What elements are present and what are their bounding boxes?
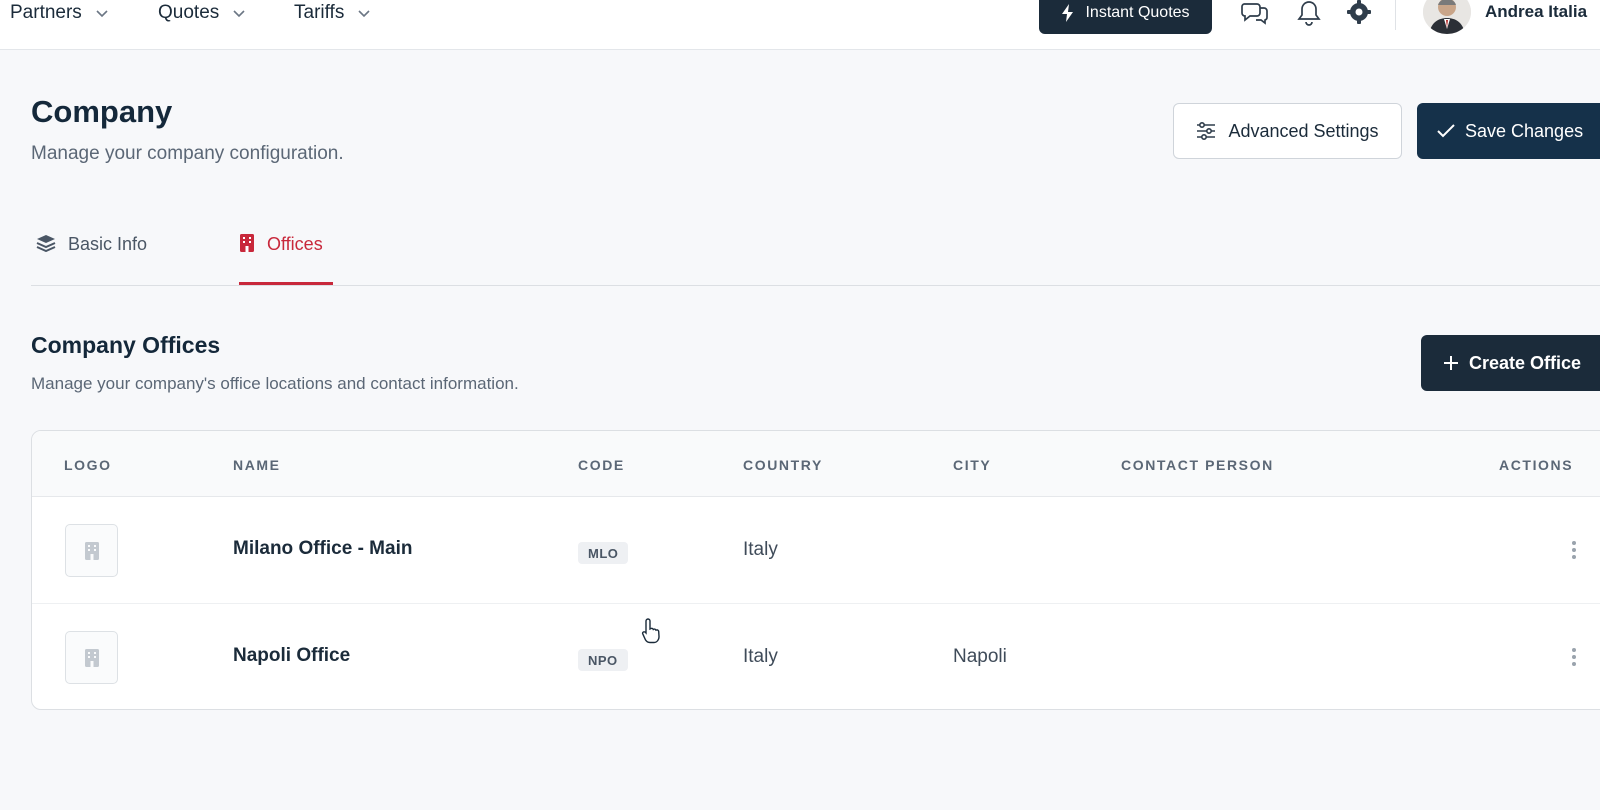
- more-options-icon[interactable]: [1567, 539, 1581, 561]
- table-row[interactable]: Milano Office - Main MLO Italy: [32, 497, 1600, 604]
- office-logo-placeholder: [65, 631, 118, 684]
- more-options-icon[interactable]: [1567, 646, 1581, 668]
- office-country: Italy: [743, 646, 778, 667]
- plus-icon: [1444, 356, 1458, 370]
- lightning-icon: [1062, 4, 1074, 22]
- advanced-settings-label: Advanced Settings: [1228, 120, 1379, 141]
- column-header-country[interactable]: COUNTRY: [743, 457, 823, 473]
- office-country: Italy: [743, 539, 778, 560]
- table-row[interactable]: Napoli Office NPO Italy Napoli: [32, 604, 1600, 709]
- nav-item-tariffs[interactable]: Tariffs: [294, 0, 372, 26]
- table-header: LOGO NAME CODE COUNTRY CITY CONTACT PERS…: [32, 431, 1600, 497]
- save-changes-label: Save Changes: [1465, 120, 1584, 141]
- office-logo-placeholder: [65, 524, 118, 577]
- bell-icon[interactable]: [1295, 0, 1323, 26]
- avatar[interactable]: [1423, 0, 1471, 34]
- column-header-actions: ACTIONS: [1499, 457, 1574, 473]
- tab-label: Basic Info: [68, 234, 148, 254]
- page-title: Company: [31, 94, 173, 129]
- nav-item-label: Tariffs: [294, 2, 345, 23]
- create-office-button[interactable]: Create Office: [1421, 335, 1600, 391]
- gear-icon[interactable]: [1345, 0, 1373, 26]
- office-city: Napoli: [953, 646, 1007, 667]
- tab-offices[interactable]: Offices: [239, 234, 323, 286]
- page-subtitle: Manage your company configuration.: [31, 143, 344, 164]
- section-title: Company Offices: [31, 332, 221, 358]
- column-header-name[interactable]: NAME: [233, 457, 281, 473]
- nav-item-quotes[interactable]: Quotes: [158, 0, 247, 26]
- active-tab-indicator: [239, 282, 333, 285]
- chevron-down-icon: [358, 10, 370, 18]
- tab-bar: Basic Info Offices: [31, 200, 1600, 286]
- tab-basic-info[interactable]: Basic Info: [36, 234, 147, 286]
- section-subtitle: Manage your company's office locations a…: [31, 374, 519, 393]
- tab-label: Offices: [267, 234, 323, 254]
- building-icon: [84, 648, 99, 667]
- nav-item-label: Partners: [10, 2, 82, 23]
- nav-item-partners[interactable]: Partners: [10, 0, 110, 26]
- layers-icon: [36, 235, 56, 252]
- instant-quotes-label: Instant Quotes: [1085, 4, 1190, 21]
- chat-bubbles-icon[interactable]: [1241, 0, 1269, 26]
- offices-table: LOGO NAME CODE COUNTRY CITY CONTACT PERS…: [31, 430, 1600, 710]
- create-office-label: Create Office: [1469, 352, 1582, 373]
- chevron-down-icon: [96, 10, 108, 18]
- office-name[interactable]: Milano Office - Main: [233, 538, 412, 560]
- column-header-contact-person[interactable]: CONTACT PERSON: [1121, 457, 1274, 473]
- save-changes-button[interactable]: Save Changes: [1417, 103, 1600, 159]
- office-code-badge: MLO: [578, 542, 629, 564]
- chevron-down-icon: [233, 10, 245, 18]
- hand-pointer-cursor-icon: [641, 618, 660, 644]
- office-name[interactable]: Napoli Office: [233, 645, 350, 667]
- nav-item-label: Quotes: [158, 2, 220, 23]
- building-icon: [240, 234, 254, 252]
- sliders-icon: [1197, 122, 1216, 140]
- column-header-city[interactable]: CITY: [953, 457, 991, 473]
- user-name[interactable]: Andrea Italia: [1485, 2, 1587, 22]
- advanced-settings-button[interactable]: Advanced Settings: [1173, 103, 1402, 159]
- column-header-code[interactable]: CODE: [578, 457, 625, 473]
- checkmark-icon: [1437, 124, 1455, 138]
- instant-quotes-button[interactable]: Instant Quotes: [1039, 0, 1212, 34]
- top-navigation-bar: Partners Quotes Tariffs Instant Quotes A…: [0, 0, 1600, 50]
- toolbar-divider: [1395, 0, 1396, 30]
- column-header-logo: LOGO: [64, 457, 112, 473]
- building-icon: [84, 541, 99, 560]
- office-code-badge: NPO: [578, 649, 628, 671]
